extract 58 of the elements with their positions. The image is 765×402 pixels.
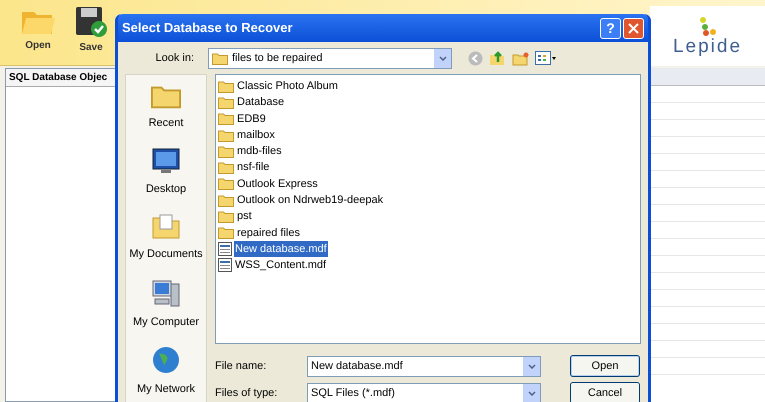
file-item[interactable]: EDB9: [236, 110, 267, 127]
chevron-down-icon: [528, 364, 536, 368]
file-item[interactable]: repaired files: [236, 224, 301, 242]
desktop-icon: [150, 146, 181, 174]
file-type-label: Files of type:: [215, 386, 278, 401]
database-file-icon: [218, 258, 232, 272]
toolbar-button[interactable]: Save: [74, 6, 108, 55]
view-menu-icon[interactable]: [535, 51, 557, 65]
help-button[interactable]: ?: [600, 18, 621, 38]
places-item[interactable]: My Computer: [132, 278, 200, 330]
logo-text: Lepide: [672, 36, 742, 56]
folder-icon: [218, 194, 234, 207]
floppy-disk-icon: [74, 6, 108, 38]
file-item[interactable]: Outlook on Ndrweb19-deepak: [236, 192, 384, 208]
file-item[interactable]: pst: [236, 208, 253, 225]
window-title: Select Database to Recover: [122, 19, 293, 38]
places-item[interactable]: Desktop: [146, 146, 186, 197]
folder-icon: [218, 177, 234, 190]
cancel-button[interactable]: Cancel: [570, 382, 640, 402]
toolbar-button[interactable]: Open: [20, 6, 56, 53]
file-item[interactable]: nsf-file: [236, 159, 270, 176]
folder-icon: [218, 112, 234, 126]
file-item[interactable]: mailbox: [236, 126, 276, 144]
folder-icon: [218, 128, 234, 142]
open-button[interactable]: Open: [570, 355, 640, 377]
file-item[interactable]: Database: [236, 94, 286, 111]
folder-icon: [218, 226, 234, 240]
documents-folder-icon: [150, 212, 181, 240]
folder-icon: [212, 52, 228, 64]
places-item[interactable]: My Network: [136, 345, 196, 398]
close-icon: [628, 22, 639, 34]
up-folder-icon[interactable]: [489, 50, 506, 66]
folder-icon: [218, 80, 234, 93]
close-button[interactable]: [623, 18, 644, 38]
file-item[interactable]: Classic Photo Album: [236, 78, 339, 94]
chevron-down-icon: [528, 390, 536, 396]
file-type-dropdown[interactable]: SQL Files (*.mdf): [307, 382, 541, 402]
chevron-down-icon: [438, 56, 446, 60]
file-item[interactable]: New database.mdf: [234, 240, 328, 258]
folder-icon: [218, 161, 234, 174]
database-file-icon: [218, 242, 232, 256]
file-item[interactable]: WSS_Content.mdf: [234, 257, 328, 274]
file-name-field[interactable]: New database.mdf: [307, 356, 541, 376]
places-item[interactable]: My Documents: [129, 212, 203, 262]
places-item[interactable]: Recent: [148, 83, 184, 132]
new-folder-icon[interactable]: [512, 50, 529, 66]
folder-icon: [218, 210, 234, 224]
back-icon[interactable]: [468, 50, 483, 66]
globe-icon: [151, 345, 181, 375]
look-in-dropdown[interactable]: files to be repaired: [208, 48, 452, 68]
file-item[interactable]: mdb-files: [236, 143, 283, 160]
logo-icon: [698, 16, 716, 36]
file-name-label: File name:: [215, 358, 268, 374]
computer-icon: [151, 278, 181, 308]
look-in-label: Look in:: [154, 50, 194, 66]
file-item[interactable]: Outlook Express: [236, 176, 319, 192]
folder-icon: [218, 96, 234, 109]
folder-icon: [218, 144, 234, 158]
